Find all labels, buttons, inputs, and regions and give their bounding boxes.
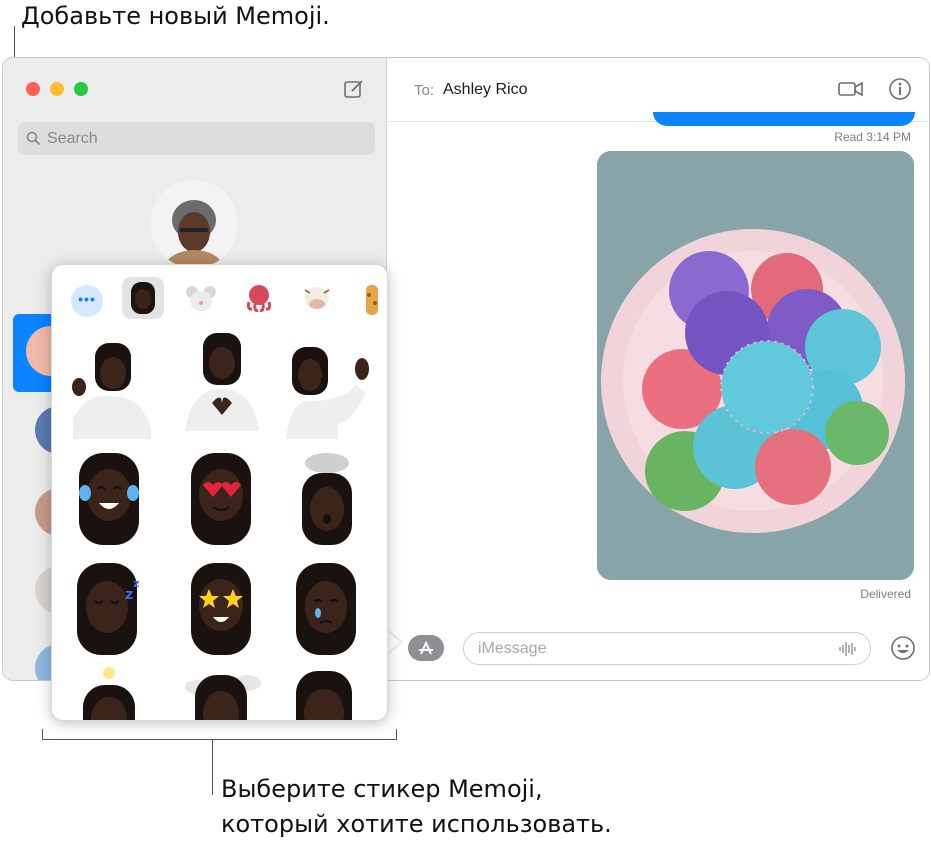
sticker-idea[interactable] [67, 665, 157, 721]
close-button[interactable] [26, 82, 40, 96]
zoom-button[interactable] [74, 82, 88, 96]
sticker-tabbar: ••• [52, 265, 387, 329]
memoji-sticker-picker: ••• z z [51, 264, 388, 721]
to-label: To: [414, 82, 435, 99]
message-placeholder: iMessage [478, 639, 547, 657]
bracket-left [42, 729, 43, 740]
compose-icon[interactable] [343, 78, 365, 100]
info-icon[interactable] [888, 77, 912, 101]
cow-icon [304, 287, 330, 309]
sticker-crying[interactable] [282, 559, 372, 659]
sticker-star-struck[interactable] [177, 559, 267, 659]
sticker-sleeping[interactable]: z z [67, 559, 157, 659]
emoji-icon[interactable] [890, 635, 916, 661]
giraffe-icon [366, 285, 378, 315]
sticker-mind-blown[interactable] [282, 449, 372, 549]
more-memoji-button[interactable]: ••• [71, 285, 103, 317]
popover-tail [386, 630, 400, 654]
svg-text:z: z [125, 587, 133, 603]
photo-attachment[interactable] [597, 151, 914, 580]
sticker-heart-eyes[interactable] [177, 449, 267, 549]
bracket-right [396, 729, 397, 740]
audio-waveform-icon[interactable] [838, 640, 856, 658]
tab-memoji[interactable] [122, 277, 164, 319]
app-store-icon [419, 641, 433, 655]
tab-octopus[interactable] [238, 277, 280, 319]
minimize-button[interactable] [50, 82, 64, 96]
search-placeholder: Search [47, 129, 98, 147]
sticker-heart-hands[interactable] [177, 331, 267, 431]
read-receipt: Read 3:14 PM [834, 130, 911, 144]
callout-choose-sticker-2: который хотите использовать. [221, 810, 612, 838]
svg-text:z: z [133, 577, 139, 590]
mouse-icon [186, 286, 216, 311]
message-input[interactable]: iMessage [463, 632, 871, 665]
video-call-icon[interactable] [837, 77, 865, 101]
tab-cow[interactable] [296, 277, 338, 319]
delivered-status: Delivered [860, 587, 911, 601]
search-icon [26, 131, 41, 146]
memoji-icon [131, 282, 155, 314]
bracket-line [42, 739, 397, 740]
sticker-waving[interactable] [282, 339, 372, 439]
octopus-icon [246, 285, 272, 312]
tab-mouse[interactable] [180, 277, 222, 319]
callout-choose-sticker-1: Выберите стикер Memoji, [221, 775, 543, 803]
apps-button[interactable] [408, 635, 444, 661]
conversation-pane: To: Ashley Rico Read 3:14 PM Delivered i… [388, 58, 929, 680]
sticker-cloud-head[interactable] [177, 665, 267, 721]
message-bubble [653, 112, 915, 126]
contact-avatar[interactable] [150, 180, 238, 268]
sticker-coughing[interactable] [282, 665, 372, 721]
tab-giraffe[interactable] [351, 277, 387, 319]
more-icon: ••• [78, 291, 96, 307]
callout-add-memoji: Добавьте новый Memoji. [21, 2, 330, 30]
search-field[interactable]: Search [18, 122, 375, 155]
sticker-thumbs-pose[interactable] [67, 339, 157, 439]
recipient-name[interactable]: Ashley Rico [443, 81, 527, 99]
callout-line-bottom [212, 740, 213, 795]
sticker-laugh-tears[interactable] [67, 449, 157, 549]
